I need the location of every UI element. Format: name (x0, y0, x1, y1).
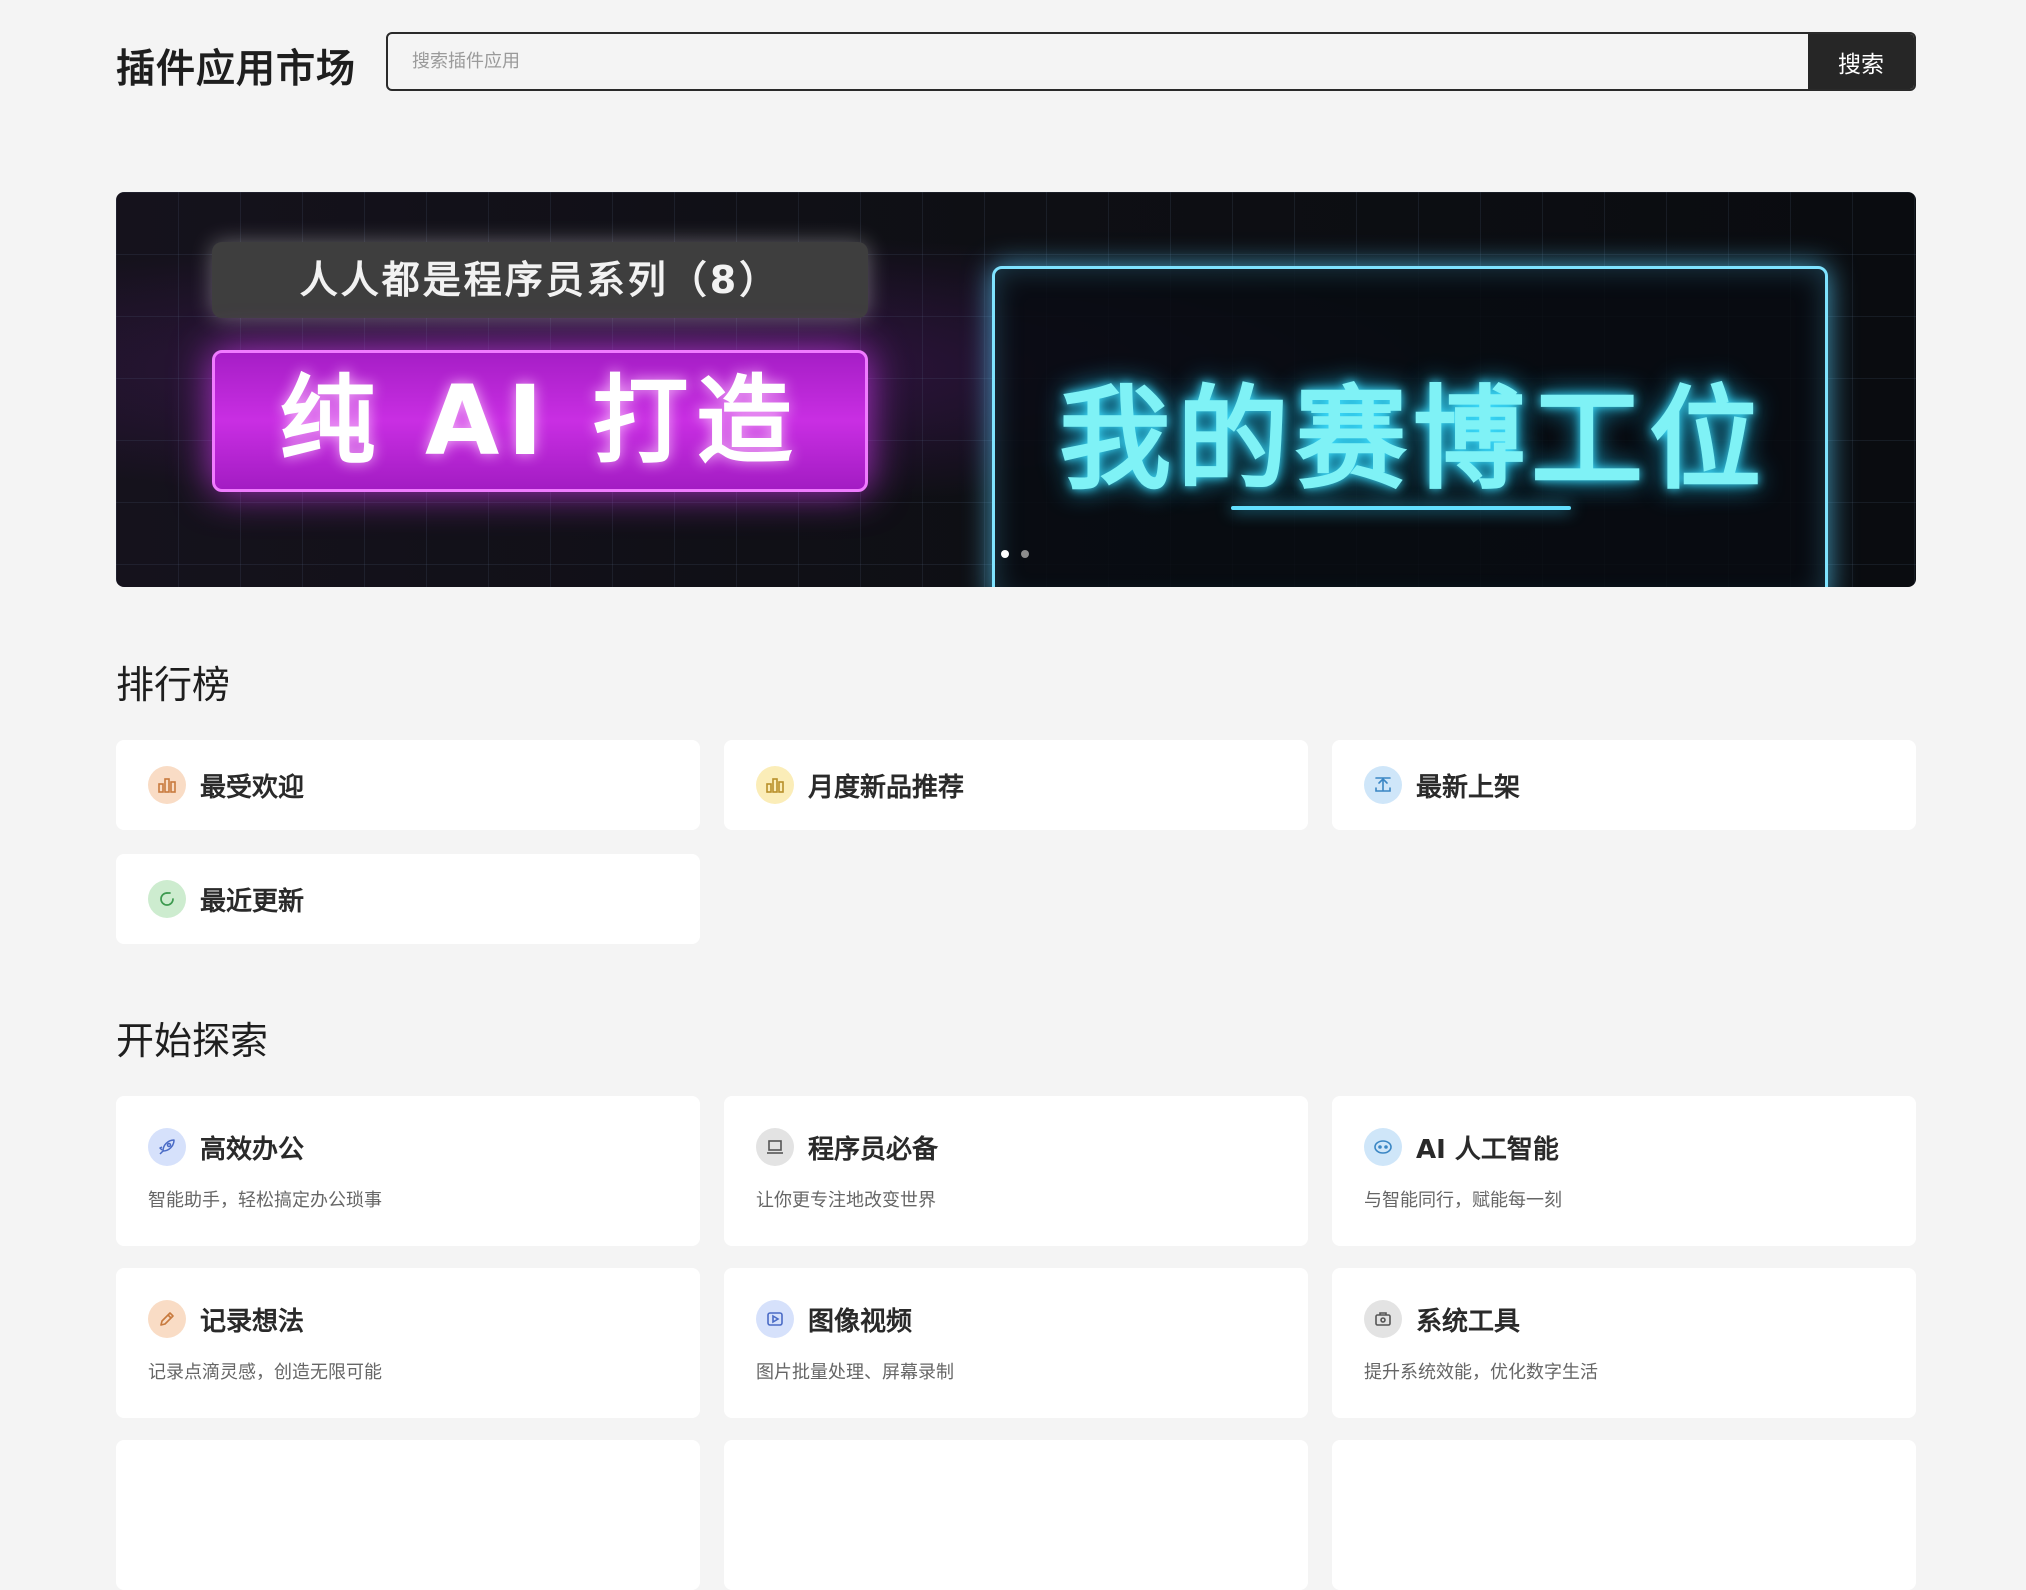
category-card-ai[interactable]: AI 人工智能 与智能同行，赋能每一刻 (1332, 1096, 1916, 1246)
banner-carousel[interactable]: 人人都是程序员系列（8） 纯 AI 打造 我的赛博工位 (116, 192, 1916, 587)
ranking-card-label: 最新上架 (1416, 773, 1521, 803)
toolbox-icon (1364, 1300, 1402, 1338)
category-card-partial[interactable] (116, 1440, 700, 1590)
laptop-icon (756, 1128, 794, 1166)
ranking-card-recent-updates[interactable]: 最近更新 (116, 854, 700, 944)
category-card-notes[interactable]: 记录想法 记录点滴灵感，创造无限可能 (116, 1268, 700, 1418)
robot-icon (1364, 1128, 1402, 1166)
category-card-system-tools[interactable]: 系统工具 提升系统效能，优化数字生活 (1332, 1268, 1916, 1418)
ranking-card-popular[interactable]: 最受欢迎 (116, 740, 700, 830)
category-card-label: 记录想法 (200, 1307, 305, 1337)
banner-neon-frame: 我的赛博工位 (992, 266, 1828, 587)
category-card-description: 让你更专注地改变世界 (756, 1190, 936, 1211)
category-card-label: 高效办公 (200, 1135, 305, 1165)
category-card-description: 图片批量处理、屏幕录制 (756, 1362, 954, 1383)
search-button[interactable]: 搜索 (1808, 34, 1914, 89)
ranking-card-monthly-new[interactable]: 月度新品推荐 (724, 740, 1308, 830)
category-card-label: 系统工具 (1416, 1307, 1521, 1337)
search-input[interactable] (388, 34, 1812, 89)
ranking-card-label: 月度新品推荐 (808, 773, 965, 803)
carousel-dot-2[interactable] (1021, 550, 1029, 558)
bar-chart-icon (756, 766, 794, 804)
category-card-programmer[interactable]: 程序员必备 让你更专注地改变世界 (724, 1096, 1308, 1246)
pencil-icon (148, 1300, 186, 1338)
category-card-label: 图像视频 (808, 1307, 913, 1337)
ranking-card-label: 最近更新 (200, 887, 305, 917)
rocket-icon (148, 1128, 186, 1166)
banner-neon-underline (1231, 506, 1571, 510)
category-card-label: AI 人工智能 (1416, 1135, 1559, 1165)
category-card-description: 与智能同行，赋能每一刻 (1364, 1190, 1562, 1211)
category-card-description: 记录点滴灵感，创造无限可能 (148, 1362, 382, 1383)
ranking-card-label: 最受欢迎 (200, 773, 305, 803)
ranking-card-newest[interactable]: 最新上架 (1332, 740, 1916, 830)
video-icon (756, 1300, 794, 1338)
upload-icon (1364, 766, 1402, 804)
category-card-office[interactable]: 高效办公 智能助手，轻松搞定办公琐事 (116, 1096, 700, 1246)
category-card-description: 智能助手，轻松搞定办公琐事 (148, 1190, 382, 1211)
carousel-dot-1[interactable] (1001, 550, 1009, 558)
ranking-section-title: 排行榜 (116, 663, 231, 707)
category-card-label: 程序员必备 (808, 1135, 939, 1165)
explore-section-title: 开始探索 (116, 1019, 269, 1063)
category-card-media[interactable]: 图像视频 图片批量处理、屏幕录制 (724, 1268, 1308, 1418)
category-card-partial[interactable] (724, 1440, 1308, 1590)
banner-series-label: 人人都是程序员系列（8） (212, 242, 868, 318)
banner-headline: 纯 AI 打造 (212, 350, 868, 492)
banner-subject: 我的赛博工位 (1059, 375, 1767, 505)
category-card-partial[interactable] (1332, 1440, 1916, 1590)
search-bar: 搜索 (386, 32, 1916, 91)
refresh-icon (148, 880, 186, 918)
app-title: 插件应用市场 (116, 47, 357, 92)
category-card-description: 提升系统效能，优化数字生活 (1364, 1362, 1598, 1383)
bar-chart-icon (148, 766, 186, 804)
header: 插件应用市场 搜索 (116, 32, 1916, 92)
